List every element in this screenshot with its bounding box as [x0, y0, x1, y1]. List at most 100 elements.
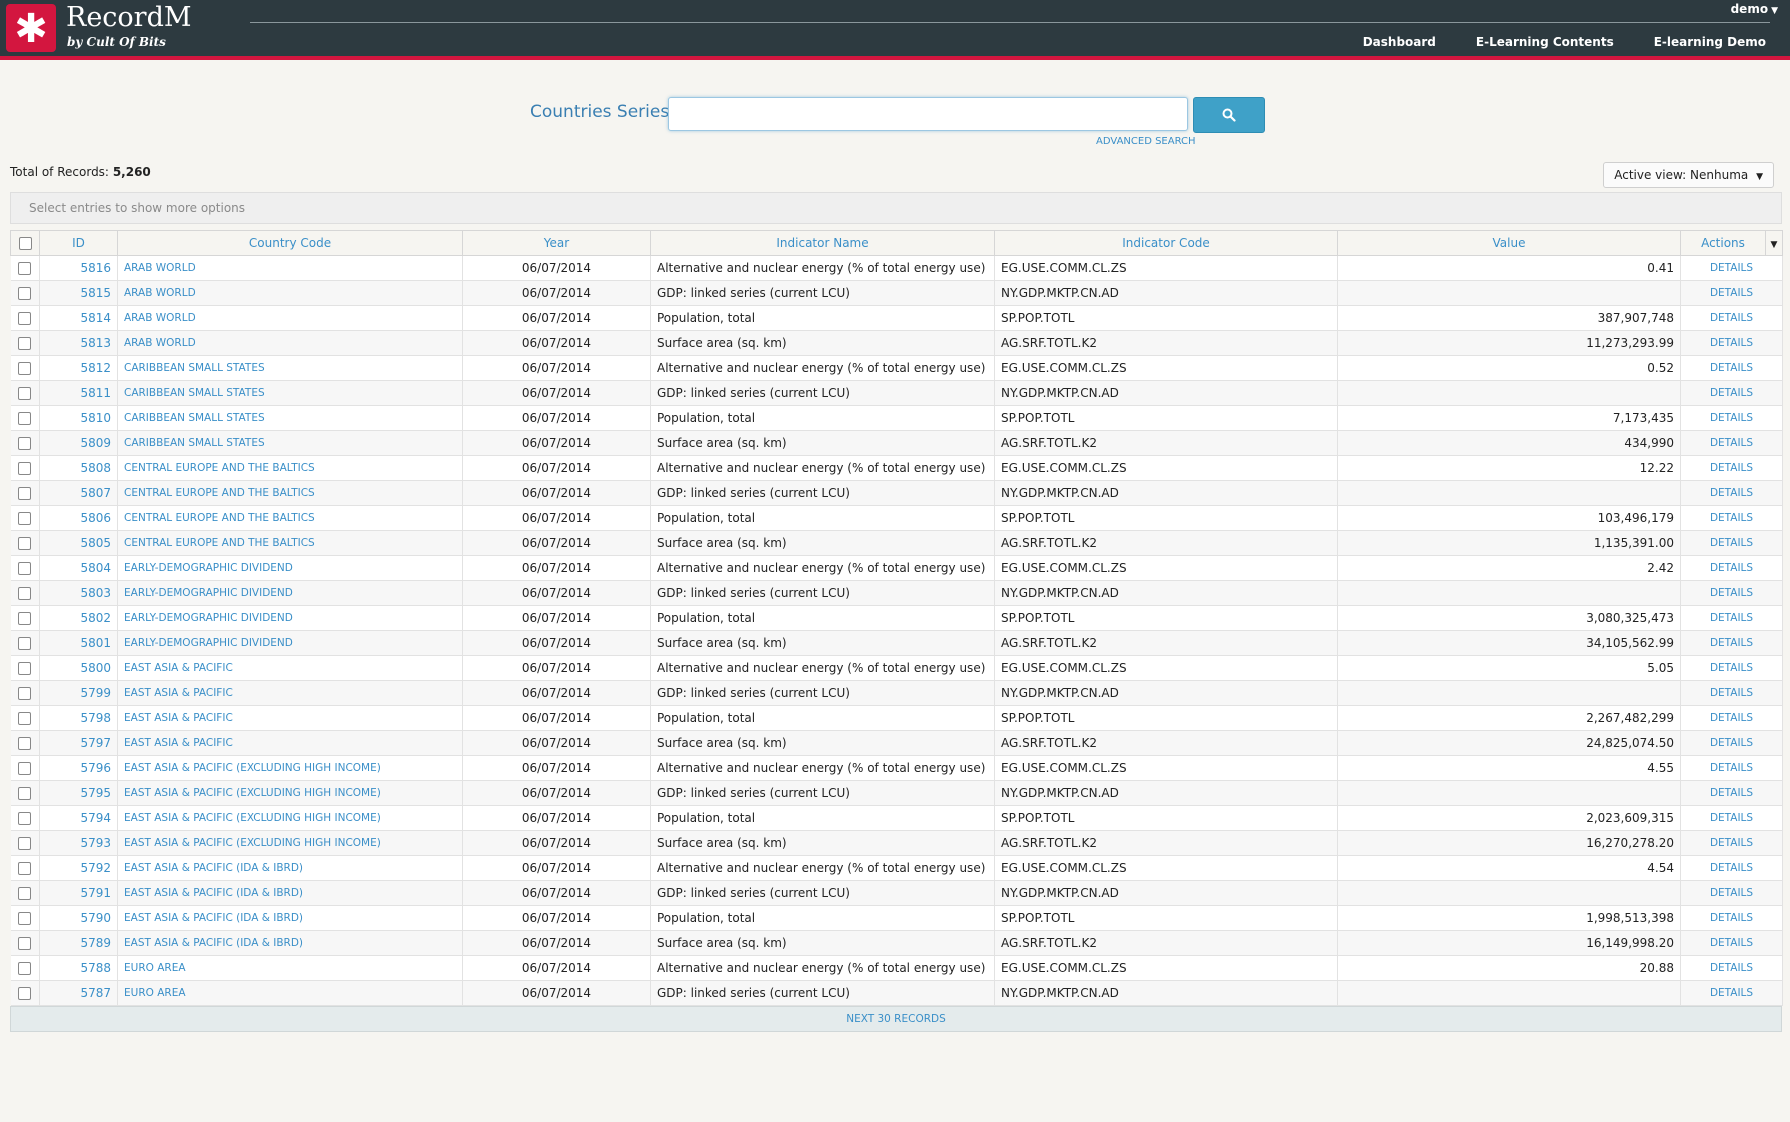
cell-country-code[interactable]: EAST ASIA & PACIFIC (EXCLUDING HIGH INCO…	[117, 830, 463, 856]
cell-id[interactable]: 5790	[39, 905, 118, 931]
row-checkbox[interactable]	[18, 287, 32, 300]
details-link[interactable]: DETAILS	[1680, 680, 1783, 706]
row-checkbox[interactable]	[18, 912, 32, 925]
details-link[interactable]: DETAILS	[1680, 955, 1783, 981]
cell-country-code[interactable]: CARIBBEAN SMALL STATES	[117, 430, 463, 456]
details-link[interactable]: DETAILS	[1680, 855, 1783, 881]
details-link[interactable]: DETAILS	[1680, 505, 1783, 531]
row-checkbox[interactable]	[18, 337, 32, 350]
details-link[interactable]: DETAILS	[1680, 530, 1783, 556]
cell-country-code[interactable]: EAST ASIA & PACIFIC (IDA & IBRD)	[117, 880, 463, 906]
details-link[interactable]: DETAILS	[1680, 255, 1783, 281]
cell-id[interactable]: 5816	[39, 255, 118, 281]
cell-country-code[interactable]: CARIBBEAN SMALL STATES	[117, 405, 463, 431]
cell-id[interactable]: 5802	[39, 605, 118, 631]
cell-country-code[interactable]: ARAB WORLD	[117, 330, 463, 356]
next-records-button[interactable]: NEXT 30 RECORDS	[10, 1006, 1782, 1032]
cell-country-code[interactable]: CENTRAL EUROPE AND THE BALTICS	[117, 505, 463, 531]
row-checkbox[interactable]	[18, 262, 32, 275]
row-checkbox[interactable]	[18, 737, 32, 750]
details-link[interactable]: DETAILS	[1680, 605, 1783, 631]
cell-country-code[interactable]: EAST ASIA & PACIFIC	[117, 680, 463, 706]
cell-id[interactable]: 5801	[39, 630, 118, 656]
cell-country-code[interactable]: EAST ASIA & PACIFIC (IDA & IBRD)	[117, 930, 463, 956]
row-checkbox[interactable]	[18, 612, 32, 625]
cell-country-code[interactable]: EURO AREA	[117, 980, 463, 1006]
cell-country-code[interactable]: EARLY-DEMOGRAPHIC DIVIDEND	[117, 555, 463, 581]
cell-id[interactable]: 5811	[39, 380, 118, 406]
details-link[interactable]: DETAILS	[1680, 905, 1783, 931]
cell-id[interactable]: 5791	[39, 880, 118, 906]
cell-id[interactable]: 5787	[39, 980, 118, 1006]
cell-id[interactable]: 5799	[39, 680, 118, 706]
row-checkbox[interactable]	[18, 462, 32, 475]
column-toggle-button[interactable]: ▼	[1765, 230, 1783, 256]
cell-country-code[interactable]: EURO AREA	[117, 955, 463, 981]
details-link[interactable]: DETAILS	[1680, 880, 1783, 906]
cell-country-code[interactable]: CENTRAL EUROPE AND THE BALTICS	[117, 480, 463, 506]
details-link[interactable]: DETAILS	[1680, 705, 1783, 731]
cell-country-code[interactable]: EAST ASIA & PACIFIC (IDA & IBRD)	[117, 905, 463, 931]
details-link[interactable]: DETAILS	[1680, 405, 1783, 431]
row-checkbox[interactable]	[18, 537, 32, 550]
asterisk-logo-icon[interactable]: ✱	[6, 4, 56, 52]
search-button[interactable]	[1193, 97, 1265, 133]
cell-id[interactable]: 5805	[39, 530, 118, 556]
cell-id[interactable]: 5794	[39, 805, 118, 831]
cell-id[interactable]: 5804	[39, 555, 118, 581]
cell-id[interactable]: 5808	[39, 455, 118, 481]
details-link[interactable]: DETAILS	[1680, 730, 1783, 756]
row-checkbox[interactable]	[18, 687, 32, 700]
cell-id[interactable]: 5795	[39, 780, 118, 806]
cell-country-code[interactable]: EAST ASIA & PACIFIC (EXCLUDING HIGH INCO…	[117, 780, 463, 806]
cell-country-code[interactable]: EAST ASIA & PACIFIC (EXCLUDING HIGH INCO…	[117, 805, 463, 831]
cell-country-code[interactable]: ARAB WORLD	[117, 280, 463, 306]
details-link[interactable]: DETAILS	[1680, 655, 1783, 681]
details-link[interactable]: DETAILS	[1680, 930, 1783, 956]
row-checkbox[interactable]	[18, 937, 32, 950]
cell-id[interactable]: 5796	[39, 755, 118, 781]
cell-id[interactable]: 5800	[39, 655, 118, 681]
details-link[interactable]: DETAILS	[1680, 355, 1783, 381]
cell-id[interactable]: 5793	[39, 830, 118, 856]
cell-country-code[interactable]: EAST ASIA & PACIFIC	[117, 655, 463, 681]
cell-country-code[interactable]: EAST ASIA & PACIFIC	[117, 705, 463, 731]
column-header-id[interactable]: ID	[39, 230, 118, 256]
cell-id[interactable]: 5803	[39, 580, 118, 606]
cell-id[interactable]: 5812	[39, 355, 118, 381]
row-checkbox[interactable]	[18, 662, 32, 675]
active-view-dropdown[interactable]: Active view: Nenhuma ▼	[1603, 162, 1774, 188]
advanced-search-link[interactable]: ADVANCED SEARCH	[1096, 136, 1196, 147]
details-link[interactable]: DETAILS	[1680, 805, 1783, 831]
row-checkbox[interactable]	[18, 812, 32, 825]
cell-country-code[interactable]: CENTRAL EUROPE AND THE BALTICS	[117, 455, 463, 481]
row-checkbox[interactable]	[18, 512, 32, 525]
column-header-indicator-name[interactable]: Indicator Name	[650, 230, 995, 256]
cell-id[interactable]: 5814	[39, 305, 118, 331]
cell-country-code[interactable]: EAST ASIA & PACIFIC	[117, 730, 463, 756]
row-checkbox[interactable]	[18, 987, 32, 1000]
row-checkbox[interactable]	[18, 762, 32, 775]
cell-id[interactable]: 5810	[39, 405, 118, 431]
column-header-value[interactable]: Value	[1337, 230, 1681, 256]
row-checkbox[interactable]	[18, 887, 32, 900]
details-link[interactable]: DETAILS	[1680, 755, 1783, 781]
cell-id[interactable]: 5809	[39, 430, 118, 456]
details-link[interactable]: DETAILS	[1680, 980, 1783, 1006]
user-menu[interactable]: demo ▼	[1731, 2, 1778, 16]
cell-country-code[interactable]: EAST ASIA & PACIFIC (IDA & IBRD)	[117, 855, 463, 881]
details-link[interactable]: DETAILS	[1680, 430, 1783, 456]
cell-country-code[interactable]: ARAB WORLD	[117, 305, 463, 331]
row-checkbox[interactable]	[18, 587, 32, 600]
cell-id[interactable]: 5788	[39, 955, 118, 981]
row-checkbox[interactable]	[18, 637, 32, 650]
details-link[interactable]: DETAILS	[1680, 380, 1783, 406]
details-link[interactable]: DETAILS	[1680, 480, 1783, 506]
row-checkbox[interactable]	[18, 787, 32, 800]
row-checkbox[interactable]	[18, 437, 32, 450]
details-link[interactable]: DETAILS	[1680, 305, 1783, 331]
nav-dashboard[interactable]: Dashboard	[1363, 35, 1436, 49]
row-checkbox[interactable]	[18, 837, 32, 850]
cell-id[interactable]: 5798	[39, 705, 118, 731]
row-checkbox[interactable]	[18, 387, 32, 400]
